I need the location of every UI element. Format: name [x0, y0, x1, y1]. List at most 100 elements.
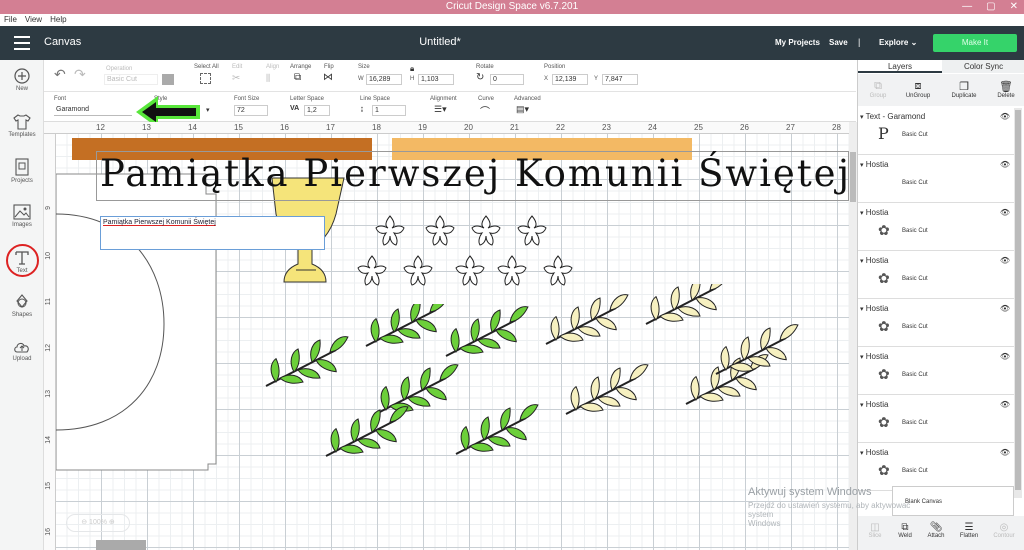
lock-icon[interactable]: 🔒︎: [410, 64, 414, 74]
zoom-control[interactable]: ⊖ 100% ⊕: [66, 514, 130, 532]
select-all-icon[interactable]: [200, 73, 211, 84]
close-icon[interactable]: ✕: [1010, 0, 1018, 14]
advanced-icon[interactable]: ▤▾: [516, 104, 529, 115]
curve-icon[interactable]: ⌒: [480, 103, 490, 118]
arrange-icon[interactable]: ⧉: [294, 72, 301, 83]
eye-icon[interactable]: 👁︎: [1000, 256, 1010, 265]
chevron-down-icon[interactable]: ▾: [860, 210, 864, 217]
eye-icon[interactable]: 👁︎: [1000, 304, 1010, 313]
layer-divider: [858, 250, 1014, 251]
layer-item[interactable]: Basic Cut: [878, 172, 1012, 194]
width-input[interactable]: 16,289: [366, 74, 402, 85]
layer-scrollbar[interactable]: [1014, 108, 1022, 498]
chevron-down-icon[interactable]: ▾: [860, 306, 864, 313]
zoom-out-icon[interactable]: ⊖: [81, 519, 87, 526]
delete-button[interactable]: 🗑︎ Delete: [992, 80, 1020, 99]
tab-color-sync[interactable]: Color Sync: [942, 60, 1024, 73]
group-button[interactable]: ⧉ Group: [864, 80, 892, 99]
sidebar-item-new[interactable]: New: [0, 68, 44, 92]
ruler-tick-label: 12: [96, 123, 105, 132]
chevron-down-icon[interactable]: ▾: [860, 354, 864, 361]
upload-cloud-icon: [14, 342, 29, 353]
eye-icon[interactable]: 👁︎: [1000, 400, 1010, 409]
layer-item[interactable]: ✿ Basic Cut: [878, 316, 1012, 338]
sidebar-item-projects[interactable]: Projects: [0, 158, 44, 184]
layer-header[interactable]: ▾ Hostia 👁︎: [860, 208, 1012, 217]
sidebar-label: New: [15, 86, 28, 92]
eye-icon[interactable]: 👁︎: [1000, 160, 1010, 169]
explore-label: Explore: [879, 38, 909, 47]
layer-header[interactable]: ▾ Hostia 👁︎: [860, 448, 1012, 457]
eye-icon[interactable]: 👁︎: [1000, 448, 1010, 457]
layer-item[interactable]: ✿ Basic Cut: [878, 364, 1012, 386]
layer-header[interactable]: ▾ Hostia 👁︎: [860, 400, 1012, 409]
flip-icon[interactable]: ⋈: [323, 72, 333, 83]
undo-icon[interactable]: ↶: [54, 66, 66, 83]
tab-layers[interactable]: Layers: [858, 60, 942, 73]
line-space-input[interactable]: 1: [372, 105, 406, 116]
chevron-down-icon[interactable]: ▾: [860, 114, 864, 121]
sidebar-item-upload[interactable]: Upload: [0, 340, 44, 362]
layer-item[interactable]: ✿ Basic Cut: [878, 220, 1012, 242]
layer-item[interactable]: P Basic Cut: [878, 124, 1012, 146]
design-canvas[interactable]: Pamiątka Pierwszej Komunii Świętej Pamią…: [56, 134, 849, 550]
ungroup-button[interactable]: ⧈ UnGroup: [902, 80, 934, 99]
hamburger-menu-icon[interactable]: [14, 36, 30, 50]
layer-item[interactable]: ✿ Basic Cut: [878, 412, 1012, 434]
size-h-label: H: [410, 76, 415, 82]
layer-header[interactable]: ▾ Hostia 👁︎: [860, 352, 1012, 361]
rotate-input[interactable]: 0: [490, 74, 524, 85]
my-projects-button[interactable]: My Projects: [775, 38, 820, 47]
eye-icon[interactable]: 👁︎: [1000, 208, 1010, 217]
layer-header[interactable]: ▾ Text - Garamond 👁︎: [860, 112, 1012, 121]
layer-header[interactable]: ▾ Hostia 👁︎: [860, 256, 1012, 265]
zoom-in-icon[interactable]: ⊕: [109, 519, 115, 526]
menu-file[interactable]: File: [4, 14, 17, 26]
color-swatch[interactable]: [162, 74, 174, 85]
cream-leaf-branches[interactable]: [536, 284, 816, 454]
height-input[interactable]: 1,103: [418, 74, 454, 85]
scroll-thumb[interactable]: [850, 152, 856, 202]
position-y-input[interactable]: 7,847: [602, 74, 638, 85]
big-text-object[interactable]: Pamiątka Pierwszej Komunii Świętej: [100, 152, 849, 195]
contour-button[interactable]: ◎ Contour: [988, 522, 1020, 539]
layer-item[interactable]: ✿ Basic Cut: [878, 460, 1012, 482]
font-size-input[interactable]: 72: [234, 105, 268, 116]
chevron-down-icon[interactable]: ▾: [860, 450, 864, 457]
layer-item[interactable]: ✿ Basic Cut: [878, 268, 1012, 290]
ruler-tick-label: 20: [464, 123, 473, 132]
chevron-down-icon[interactable]: ▾: [860, 162, 864, 169]
sidebar-item-templates[interactable]: Templates: [0, 114, 44, 138]
scissors-icon[interactable]: ✂: [232, 73, 240, 84]
eye-icon[interactable]: 👁︎: [1000, 112, 1010, 121]
text-align-icon[interactable]: ☰▾: [434, 104, 447, 115]
redo-icon[interactable]: ↷: [74, 66, 86, 83]
text-edit-box[interactable]: Pamiątka Pierwszej Komunii Świętej: [100, 216, 325, 250]
ruler-tick-label: 10: [45, 252, 52, 260]
layer-header[interactable]: ▾ Hostia 👁︎: [860, 160, 1012, 169]
menu-help[interactable]: Help: [50, 14, 66, 26]
menu-view[interactable]: View: [25, 14, 42, 26]
make-it-button[interactable]: Make It: [933, 34, 1017, 52]
align-icon[interactable]: ⫼: [266, 73, 270, 84]
position-x-input[interactable]: 12,139: [552, 74, 588, 85]
operation-dropdown[interactable]: Basic Cut: [104, 74, 158, 85]
ruler-tick-label: 11: [45, 298, 52, 306]
flower-thumb-icon: ✿: [878, 366, 890, 382]
flatten-button[interactable]: ☰ Flatten: [954, 522, 984, 539]
eye-icon[interactable]: 👁︎: [1000, 352, 1010, 361]
sidebar-item-shapes[interactable]: Shapes: [0, 294, 44, 318]
ruler-tick-label: 16: [45, 528, 52, 536]
minimize-icon[interactable]: —: [962, 0, 972, 14]
chevron-down-icon[interactable]: ▾: [860, 402, 864, 409]
maximize-icon[interactable]: ▢: [986, 0, 995, 14]
horizontal-scroll-thumb[interactable]: [96, 540, 146, 550]
duplicate-button[interactable]: ❐ Duplicate: [946, 80, 982, 99]
layer-header[interactable]: ▾ Hostia 👁︎: [860, 304, 1012, 313]
explore-dropdown[interactable]: Explore ⌄: [879, 38, 917, 47]
chevron-down-icon[interactable]: ▾: [860, 258, 864, 265]
sidebar-item-images[interactable]: Images: [0, 204, 44, 228]
green-leaf-branches[interactable]: [256, 304, 546, 494]
save-button[interactable]: Save: [829, 38, 848, 47]
letter-space-input[interactable]: 1,2: [304, 105, 330, 116]
